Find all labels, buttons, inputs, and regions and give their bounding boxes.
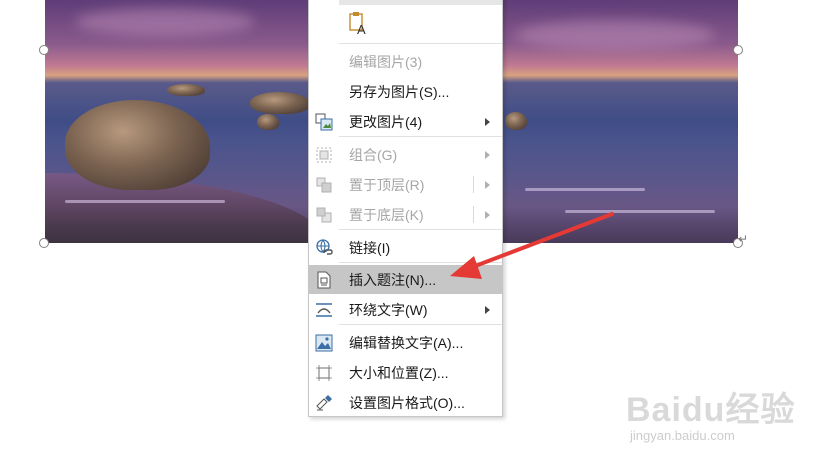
watermark-url: jingyan.baidu.com (630, 428, 735, 443)
watermark-brand: Baidu经验 (626, 391, 796, 429)
baidu-watermark: Baidu经验 jingyan.baidu.com (618, 378, 808, 458)
